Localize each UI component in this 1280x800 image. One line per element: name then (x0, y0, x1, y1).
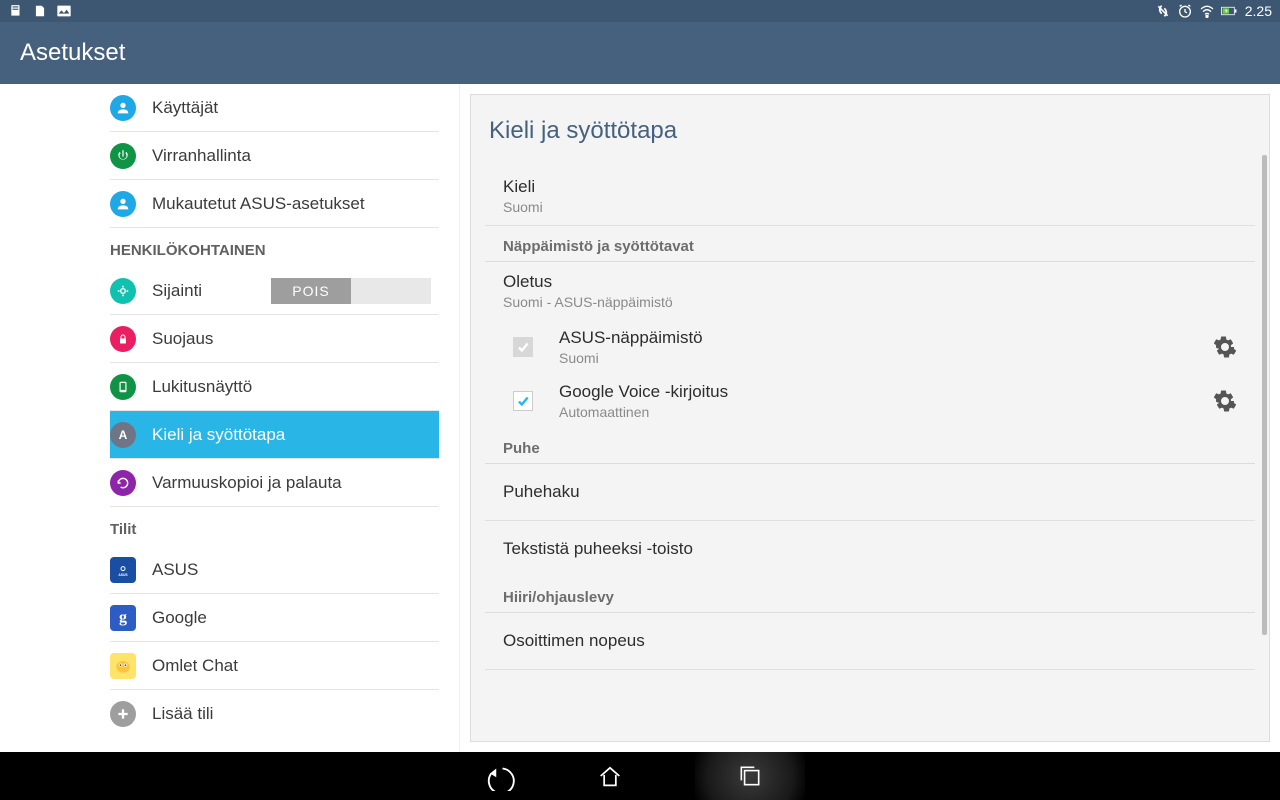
checkbox-icon[interactable] (513, 391, 533, 411)
asus-icon: ASUS (110, 557, 136, 583)
notification-icon (8, 3, 24, 19)
sidebar-item-security[interactable]: Suojaus (110, 315, 439, 363)
row-sub: Suomi - ASUS-näppäimistö (503, 294, 1237, 310)
location-icon (110, 278, 136, 304)
sidebar-label: ASUS (152, 560, 198, 580)
sidebar-label: Kieli ja syöttötapa (152, 425, 285, 445)
toggle-on-side (351, 278, 431, 304)
row-title: Osoittimen nopeus (503, 631, 1237, 651)
nav-bar (0, 752, 1280, 800)
sidebar-label: Lisää tili (152, 704, 213, 724)
detail-panel: Kieli ja syöttötapa Kieli Suomi Näppäimi… (470, 94, 1270, 742)
keyboard-item-asus[interactable]: ASUS-näppäimistö Suomi (485, 320, 1255, 374)
section-personal: HENKILÖKOHTAINEN (110, 228, 439, 267)
default-row[interactable]: Oletus Suomi - ASUS-näppäimistö (485, 262, 1255, 320)
back-button[interactable] (475, 752, 525, 800)
sidebar-item-backup[interactable]: Varmuuskopioi ja palauta (110, 459, 439, 507)
tts-row[interactable]: Tekstistä puheeksi -toisto (485, 521, 1255, 577)
keyboard-sub: Suomi (559, 350, 1213, 366)
asus-user-icon (110, 191, 136, 217)
sdcard-icon (32, 3, 48, 19)
row-title: Kieli (503, 177, 1237, 197)
panel-title: Kieli ja syöttötapa (471, 95, 1269, 167)
keyboard-item-google-voice[interactable]: Google Voice -kirjoitus Automaattinen (485, 374, 1255, 428)
sidebar-label: Google (152, 608, 207, 628)
sidebar-item-google[interactable]: g Google (110, 594, 439, 642)
language-row[interactable]: Kieli Suomi (485, 167, 1255, 226)
scrollbar[interactable] (1262, 155, 1267, 635)
lock-icon (110, 326, 136, 352)
user-icon (110, 95, 136, 121)
sidebar[interactable]: Käyttäjät Virranhallinta Mukautetut ASUS… (0, 84, 460, 752)
checkbox-disabled-icon (513, 337, 533, 357)
gear-icon[interactable] (1213, 335, 1237, 359)
add-icon (110, 701, 136, 727)
omlet-icon (110, 653, 136, 679)
sidebar-label: Sijainti (152, 281, 202, 301)
section-mouse: Hiiri/ohjauslevy (485, 577, 1255, 613)
scrollbar-thumb[interactable] (1262, 155, 1267, 635)
sidebar-label: Käyttäjät (152, 98, 218, 118)
sidebar-label: Virranhallinta (152, 146, 251, 166)
section-keyboards: Näppäimistö ja syöttötavat (485, 226, 1255, 262)
sidebar-item-add-account[interactable]: Lisää tili (110, 690, 439, 738)
sidebar-item-asus[interactable]: ASUS ASUS (110, 546, 439, 594)
backup-icon (110, 470, 136, 496)
alarm-icon (1177, 3, 1193, 19)
keyboard-name: Google Voice -kirjoitus (559, 382, 1213, 402)
battery-icon (1221, 3, 1237, 19)
sidebar-item-omlet[interactable]: Omlet Chat (110, 642, 439, 690)
sidebar-item-location[interactable]: Sijainti POIS (110, 267, 439, 315)
section-accounts: Tilit (110, 507, 439, 546)
sidebar-item-language[interactable]: A Kieli ja syöttötapa (110, 411, 439, 459)
row-sub: Suomi (503, 199, 1237, 215)
sidebar-item-power[interactable]: Virranhallinta (110, 132, 439, 180)
home-button[interactable] (585, 752, 635, 800)
gear-icon[interactable] (1213, 389, 1237, 413)
keyboard-name: ASUS-näppäimistö (559, 328, 1213, 348)
recent-apps-button[interactable] (695, 752, 805, 800)
svg-text:ASUS: ASUS (118, 573, 128, 577)
location-toggle[interactable]: POIS (271, 278, 431, 304)
language-icon: A (110, 422, 136, 448)
keyboard-sub: Automaattinen (559, 404, 1213, 420)
power-icon (110, 143, 136, 169)
header: Asetukset (0, 22, 1280, 84)
row-title: Puhehaku (503, 482, 1237, 502)
voice-search-row[interactable]: Puhehaku (485, 464, 1255, 521)
sidebar-item-lockscreen[interactable]: Lukitusnäyttö (110, 363, 439, 411)
wifi-icon (1199, 3, 1215, 19)
sidebar-item-asus-custom[interactable]: Mukautetut ASUS-asetukset (110, 180, 439, 228)
row-title: Tekstistä puheeksi -toisto (503, 539, 1237, 559)
status-time: 2.25 (1245, 3, 1272, 19)
sidebar-label: Lukitusnäyttö (152, 377, 252, 397)
pointer-speed-row[interactable]: Osoittimen nopeus (485, 613, 1255, 670)
sidebar-label: Suojaus (152, 329, 213, 349)
section-speech: Puhe (485, 428, 1255, 464)
status-bar: 2.25 (0, 0, 1280, 22)
lockscreen-icon (110, 374, 136, 400)
sidebar-label: Omlet Chat (152, 656, 238, 676)
sidebar-label: Mukautetut ASUS-asetukset (152, 194, 365, 214)
sidebar-item-users[interactable]: Käyttäjät (110, 84, 439, 132)
google-icon: g (110, 605, 136, 631)
vibrate-icon (1155, 3, 1171, 19)
toggle-off-label: POIS (271, 278, 351, 304)
sidebar-label: Varmuuskopioi ja palauta (152, 473, 342, 493)
image-icon (56, 3, 72, 19)
row-title: Oletus (503, 272, 1237, 292)
page-title: Asetukset (20, 39, 125, 67)
